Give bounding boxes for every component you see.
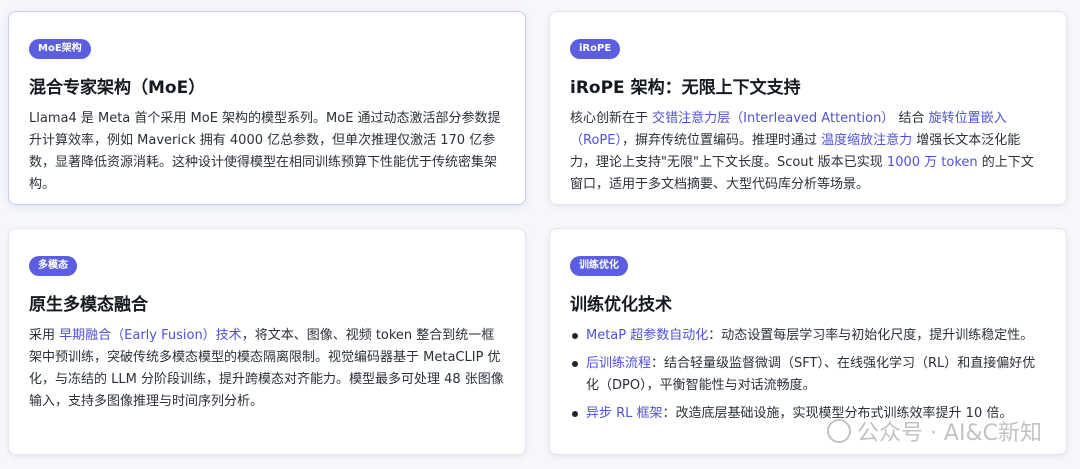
card-body: 采用 早期融合（Early Fusion）技术，将文本、图像、视频 token … — [29, 325, 505, 413]
list-item: 后训练流程：结合轻量级监督微调（SFT）、在线强化学习（RL）和直接偏好优化（D… — [570, 353, 1046, 397]
body-text: 结合 — [894, 111, 929, 126]
highlight-text: MetaP 超参数自动化 — [586, 328, 709, 343]
card-title: 训练优化技术 — [570, 295, 672, 315]
feature-list: MetaP 超参数自动化：动态设置每层学习率与初始化尺度，提升训练稳定性。 后训… — [570, 325, 1046, 425]
highlight-text: 交错注意力层（Interleaved Attention） — [652, 111, 895, 126]
body-text: ：动态设置每层学习率与初始化尺度，提升训练稳定性。 — [708, 328, 1034, 343]
card-title: 原生多模态融合 — [29, 295, 148, 315]
card-title: 混合专家架构（MoE） — [29, 78, 206, 98]
body-text: ，摒弃传统位置编码。推理时通过 — [621, 133, 822, 148]
card-irope: iRoPE iRoPE 架构：无限上下文支持 核心创新在于 交错注意力层（Int… — [549, 11, 1067, 205]
card-badge: iRoPE — [570, 39, 621, 59]
body-text: 核心创新在于 — [570, 111, 653, 126]
card-title: iRoPE 架构：无限上下文支持 — [570, 78, 801, 98]
list-item: MetaP 超参数自动化：动态设置每层学习率与初始化尺度，提升训练稳定性。 — [570, 325, 1046, 347]
watermark-text: 公众号 · AI&C新知 — [856, 421, 1042, 446]
card-multimodal: 多模态 原生多模态融合 采用 早期融合（Early Fusion）技术，将文本、… — [8, 228, 526, 455]
highlight-text: 后训练流程 — [586, 356, 652, 371]
card-badge: 训练优化 — [570, 256, 628, 276]
wechat-icon — [826, 419, 851, 443]
highlight-text: 早期融合（Early Fusion）技术 — [59, 328, 242, 343]
highlight-text: 异步 RL 框架 — [586, 406, 663, 421]
card-moe: MoE架构 混合专家架构（MoE） Llama4 是 Meta 首个采用 MoE… — [8, 11, 526, 205]
card-body: Llama4 是 Meta 首个采用 MoE 架构的模型系列。MoE 通过动态激… — [29, 111, 501, 192]
body-text: 采用 — [29, 328, 60, 343]
card-badge: 多模态 — [29, 256, 77, 276]
body-text: ：结合轻量级监督微调（SFT）、在线强化学习（RL）和直接偏好优化（DPO），平… — [586, 356, 1036, 393]
watermark: 公众号 · AI&C新知 — [826, 415, 1042, 447]
highlight-text: 1000 万 token — [886, 155, 978, 170]
card-badge: MoE架构 — [29, 39, 91, 59]
card-body: 核心创新在于 交错注意力层（Interleaved Attention） 结合 … — [570, 108, 1046, 196]
highlight-text: 温度缩放注意力 — [821, 133, 913, 148]
